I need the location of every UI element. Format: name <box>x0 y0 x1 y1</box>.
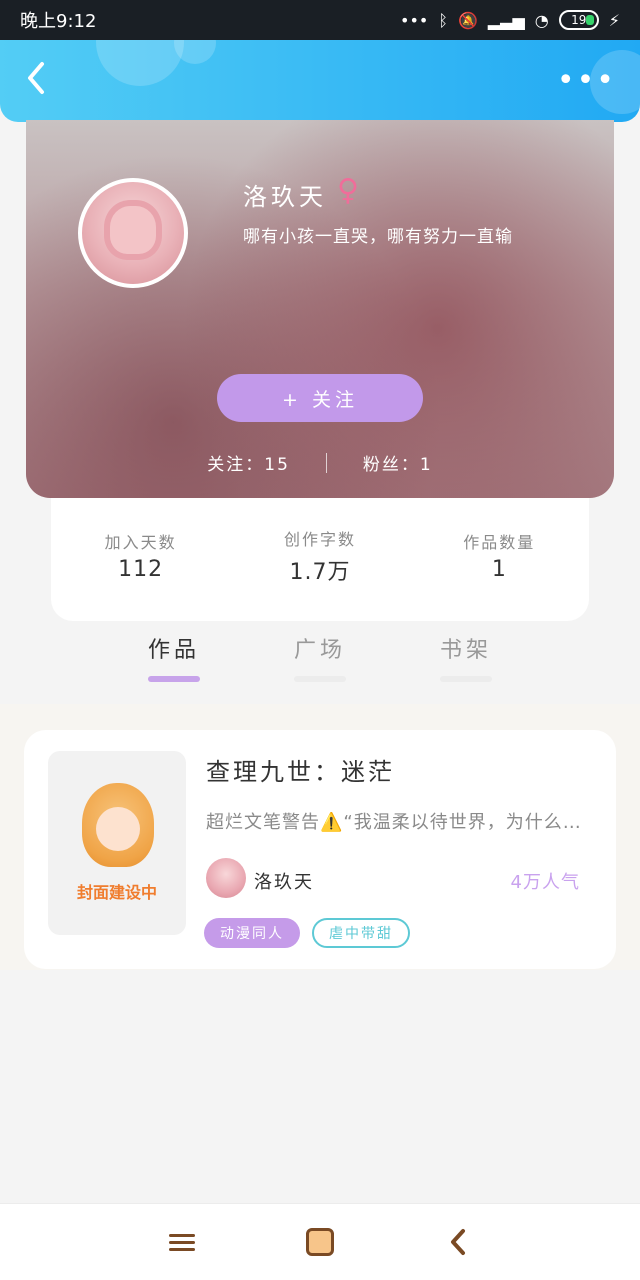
female-gender-icon: ♀ <box>337 173 359 208</box>
cover-face <box>96 807 140 851</box>
more-button[interactable]: ••• <box>557 66 616 96</box>
charging-icon: ⚡ <box>608 10 620 30</box>
follow-label: + 关注 <box>282 388 358 411</box>
stat-label: 创作字数 <box>283 529 356 549</box>
menu-icon <box>169 1230 195 1255</box>
bottom-nav <box>0 1203 640 1280</box>
tag-angst-sweet[interactable]: 虐中带甜 <box>312 918 410 948</box>
tag-label: 虐中带甜 <box>329 926 393 942</box>
home-button[interactable] <box>300 1222 340 1262</box>
signal-icon: ▂▃▅ <box>487 10 525 30</box>
tab-bookshelf[interactable]: 书架 <box>439 632 493 704</box>
back-button[interactable] <box>24 60 48 103</box>
stat-join-days: 加入天数 112 <box>61 529 221 582</box>
status-icons: ••• ᛒ 🔕 ▂▃▅ ◔ 19 ⚡ <box>400 10 620 30</box>
popularity-count: 4万人气 <box>510 872 580 893</box>
stats-divider <box>325 452 327 473</box>
work-description: 超烂文笔警告⚠️“我温柔以待世界，为什么世界对我不温柔” <box>206 812 598 833</box>
stat-value: 1 <box>491 557 507 582</box>
profile-motto: 哪有小孩一直哭，哪有努力一直输 <box>243 227 513 247</box>
profile-name: 洛玖天 <box>243 183 327 211</box>
menu-button[interactable] <box>162 1222 202 1262</box>
fans-count[interactable]: 粉丝：1 <box>363 450 433 475</box>
tab-indicator <box>148 676 200 682</box>
following-count[interactable]: 关注：15 <box>207 450 290 475</box>
tab-square[interactable]: 广场 <box>293 632 347 704</box>
home-icon <box>306 1228 334 1256</box>
stats-card: 加入天数 112 创作字数 1.7万 作品数量 1 <box>51 498 589 621</box>
wifi-icon: ◔ <box>534 10 549 30</box>
stat-word-count: 创作字数 1.7万 <box>240 526 400 586</box>
work-card[interactable]: 封面建设中 查理九世：迷茫 超烂文笔警告⚠️“我温柔以待世界，为什么世界对我不温… <box>24 730 616 969</box>
tab-indicator <box>440 676 492 682</box>
status-time: 晚上9:12 <box>20 11 97 32</box>
mute-icon: 🔕 <box>457 10 478 30</box>
tag-label: 动漫同人 <box>220 926 284 942</box>
battery-icon: 19 <box>558 10 599 30</box>
cover-placeholder-text: 封面建设中 <box>76 883 157 902</box>
author-avatar[interactable] <box>206 858 246 898</box>
battery-level: 19 <box>571 13 587 27</box>
work-title[interactable]: 查理九世：迷茫 <box>206 752 395 787</box>
back-nav-button[interactable] <box>438 1222 478 1262</box>
tab-indicator <box>294 676 346 682</box>
stat-label: 作品数量 <box>463 533 536 552</box>
follow-button[interactable]: + 关注 <box>217 374 423 422</box>
tab-label: 作品 <box>147 638 200 663</box>
work-cover[interactable]: 封面建设中 <box>48 751 186 935</box>
follow-stats: 关注：15 粉丝：1 <box>26 450 614 475</box>
stat-value: 1.7万 <box>289 559 351 585</box>
stat-value: 112 <box>118 557 164 582</box>
stat-label: 加入天数 <box>104 533 177 552</box>
tag-anime-fan[interactable]: 动漫同人 <box>204 918 300 948</box>
top-header: ••• <box>0 40 640 122</box>
back-icon <box>451 1229 465 1255</box>
chevron-left-icon <box>28 61 44 94</box>
more-dots-icon: ••• <box>400 10 429 30</box>
profile-tabs: 作品 广场 书架 <box>0 632 640 704</box>
profile-avatar[interactable] <box>78 178 188 288</box>
author-name[interactable]: 洛玖天 <box>254 868 314 894</box>
tab-label: 书架 <box>439 638 492 663</box>
stat-work-count: 作品数量 1 <box>419 529 579 582</box>
bluetooth-icon: ᛒ <box>438 10 448 30</box>
more-dots-icon: ••• <box>556 63 616 98</box>
profile-hero: 洛玖天 ♀ 哪有小孩一直哭，哪有努力一直输 + 关注 关注：15 粉丝：1 <box>26 120 614 498</box>
tab-label: 广场 <box>293 638 346 663</box>
tab-works[interactable]: 作品 <box>147 632 201 704</box>
status-bar: 晚上9:12 ••• ᛒ 🔕 ▂▃▅ ◔ 19 ⚡ <box>0 0 640 40</box>
